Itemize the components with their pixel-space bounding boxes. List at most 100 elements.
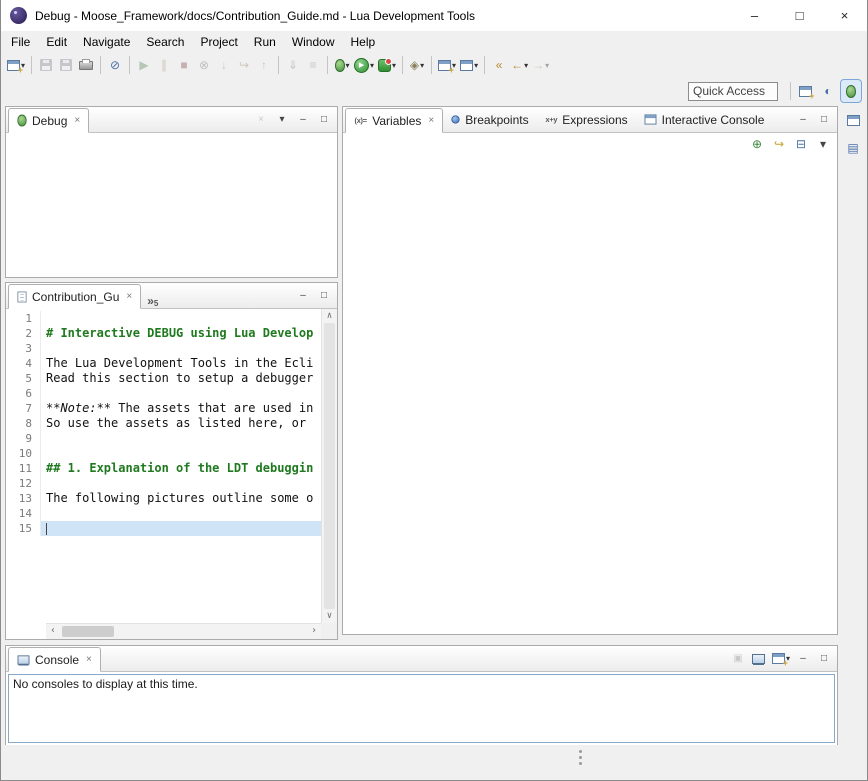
editor-line[interactable]: 9 [6,431,321,446]
menu-window[interactable]: Window [284,33,343,51]
editor-horizontal-scrollbar[interactable]: ‹ › [46,623,321,639]
editor-line[interactable]: 4The Lua Development Tools in the Ecli [6,356,321,371]
minimize-view-button[interactable]: – [293,287,313,305]
editor-tab-overflow-chevron[interactable]: » 5 [141,291,164,308]
print-button[interactable] [76,54,96,76]
quick-access-input[interactable] [688,82,778,101]
coverage-button[interactable]: ▾ [376,54,398,76]
minimize-view-icon: – [300,291,306,301]
editor-line[interactable]: 14 [6,506,321,521]
editor-line[interactable]: 8So use the assets as listed here, or [6,416,321,431]
tab-close-icon[interactable]: × [126,291,132,302]
restore-view-button[interactable] [843,109,863,131]
minimize-view-button[interactable]: – [793,111,813,129]
skip-all-breakpoints-button[interactable]: ⊘ [105,54,125,76]
new-lua-file-button[interactable]: ▾ [436,54,458,76]
variables-view-menu-button[interactable]: ▾ [813,133,833,155]
editor-vertical-scrollbar[interactable]: ∧ ∨ [321,309,337,623]
minimize-view-button[interactable]: – [793,650,813,668]
dropdown-arrow-icon[interactable]: ▾ [474,61,478,70]
editor-body[interactable]: 12# Interactive DEBUG using Lua Develop3… [6,309,337,639]
maximize-view-button[interactable]: □ [314,287,334,305]
editor-line[interactable]: 11## 1. Explanation of the LDT debuggin [6,461,321,476]
last-edit-location-button[interactable]: « [489,54,509,76]
open-perspective-button[interactable] [795,80,815,102]
line-number: 5 [6,371,40,386]
resume-icon: ▶ [139,59,148,71]
dropdown-arrow-icon[interactable]: ▾ [524,61,528,70]
editor-line[interactable]: 12 [6,476,321,491]
menu-help[interactable]: Help [343,33,384,51]
menu-edit[interactable]: Edit [38,33,75,51]
scrollbar-thumb[interactable] [62,626,114,637]
editor-line[interactable]: 15 [6,521,321,536]
open-element-button[interactable]: ▾ [458,54,480,76]
new-wizard-button[interactable]: ▾ [5,54,27,76]
show-logical-structures-button[interactable]: ⊕ [747,133,767,155]
editor-line[interactable]: 2# Interactive DEBUG using Lua Develop [6,326,321,341]
editor-line[interactable]: 1 [6,311,321,326]
debug-perspective-button[interactable] [841,80,861,102]
menu-file[interactable]: File [3,33,38,51]
editor-line[interactable]: 10 [6,446,321,461]
dropdown-arrow-icon[interactable]: ▾ [392,61,396,70]
add-expression-button[interactable]: ↪ [769,133,789,155]
tab-debug[interactable]: Debug× [8,108,89,133]
outline-view-button[interactable]: ▤ [843,137,863,159]
menu-project[interactable]: Project [192,33,245,51]
tab-console[interactable]: Console× [8,647,101,672]
minimize-view-button[interactable]: – [293,111,313,129]
tab-contribution-guide[interactable]: Contribution_Gu× [8,284,141,309]
dropdown-arrow-icon[interactable]: ▾ [545,61,549,70]
console-content[interactable]: No consoles to display at this time. [8,674,835,743]
tab-expressions-icon: x+y [545,116,557,123]
tab-close-icon[interactable]: × [428,115,434,126]
menu-navigate[interactable]: Navigate [75,33,138,51]
menu-search[interactable]: Search [138,33,192,51]
tab-close-icon[interactable]: × [74,115,80,126]
editor-line[interactable]: 7**Note:** The assets that are used in [6,401,321,416]
console-tabs: Console× [8,646,101,671]
tab-interactive-console[interactable]: Interactive Console [636,107,773,132]
tab-variables[interactable]: (x)=Variables× [345,108,443,133]
line-number: 15 [6,521,40,536]
debug-button[interactable]: ▾ [332,54,352,76]
editor-line[interactable]: 13The following pictures outline some o [6,491,321,506]
minimize-view-icon: – [300,115,306,125]
display-selected-console-button[interactable] [749,650,769,668]
editor-line[interactable]: 5Read this section to setup a debugger [6,371,321,386]
editor-text-area[interactable]: 12# Interactive DEBUG using Lua Develop3… [6,309,321,623]
menu-run[interactable]: Run [246,33,284,51]
dropdown-arrow-icon[interactable]: ▾ [420,61,424,70]
dropdown-arrow-icon[interactable]: ▾ [370,61,374,70]
collapse-all-button[interactable]: ⊟ [791,133,811,155]
minimize-window-button[interactable]: – [732,0,777,31]
maximize-view-button[interactable]: □ [814,111,834,129]
scrollbar-thumb[interactable] [324,323,335,609]
maximize-window-button[interactable]: □ [777,0,822,31]
close-window-button[interactable]: × [822,0,867,31]
tab-expressions[interactable]: x+yExpressions [537,107,636,132]
debug-view-menu-button[interactable]: ▾ [272,111,292,129]
sash-grip[interactable] [579,750,582,765]
editor-line[interactable]: 6 [6,386,321,401]
toolbar-separator [327,56,328,74]
scroll-down-icon[interactable]: ∨ [322,611,337,621]
variables-view-content[interactable] [343,155,837,633]
editor-line[interactable]: 3 [6,341,321,356]
external-tools-button[interactable]: ◈▾ [407,54,427,76]
back-button[interactable]: ←▾ [509,54,530,76]
dropdown-arrow-icon[interactable]: ▾ [346,61,350,70]
scroll-up-icon[interactable]: ∧ [322,311,337,321]
scroll-right-icon[interactable]: › [311,625,317,636]
open-console-button[interactable]: ▾ [770,650,792,668]
ldt-perspective-button[interactable]: ◐ [818,80,838,102]
debug-view-content[interactable] [6,133,337,277]
run-button[interactable]: ▶▾ [352,54,376,76]
tab-close-icon[interactable]: × [86,654,92,665]
tab-breakpoints[interactable]: Breakpoints [443,107,536,132]
maximize-view-button[interactable]: □ [814,650,834,668]
maximize-view-button[interactable]: □ [314,111,334,129]
scrollbar-corner [321,623,337,639]
scroll-left-icon[interactable]: ‹ [50,625,56,636]
